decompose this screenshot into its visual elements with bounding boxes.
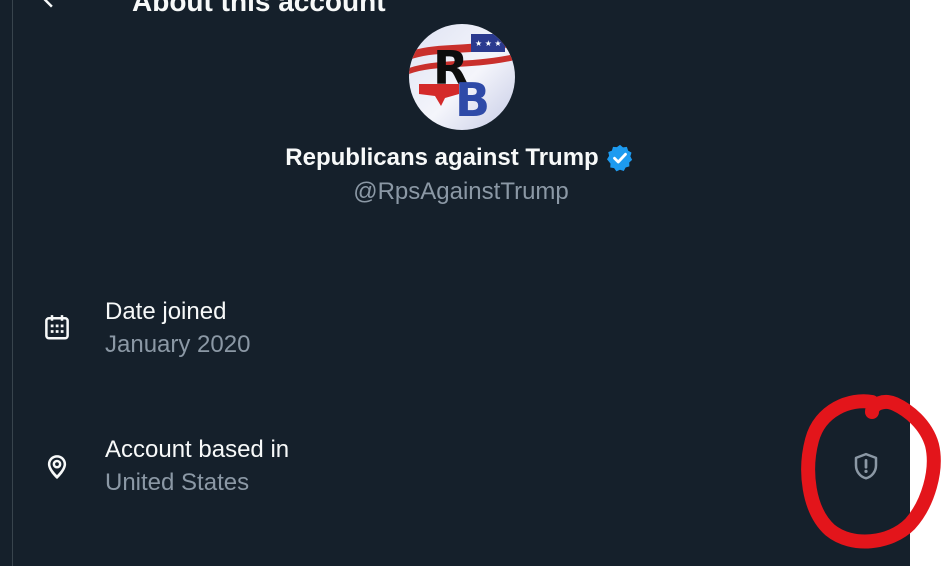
svg-text:B: B <box>455 73 490 127</box>
location-info-button[interactable] <box>851 451 881 481</box>
about-account-panel: About this account ★ ★ ★ R B Republicans… <box>0 0 910 566</box>
verified-badge-icon[interactable] <box>605 143 635 173</box>
calendar-icon <box>45 315 69 340</box>
date-joined-value: January 2020 <box>105 331 251 358</box>
display-name[interactable]: Republicans against Trump <box>285 144 598 172</box>
back-button[interactable] <box>36 0 66 12</box>
account-based-in-label: Account based in <box>105 436 290 463</box>
display-name-row: Republicans against Trump <box>0 143 910 173</box>
location-pin-icon <box>47 455 67 479</box>
avatar[interactable]: ★ ★ ★ R B <box>409 24 515 130</box>
detail-row-account-based-in: Account based in United States <box>0 436 910 516</box>
shield-alert-icon <box>854 452 878 480</box>
date-joined-label: Date joined <box>105 298 227 325</box>
account-handle: @RpsAgainstTrump <box>353 178 569 205</box>
svg-text:★ ★ ★: ★ ★ ★ <box>475 39 502 48</box>
detail-row-date-joined: Date joined January 2020 <box>0 298 910 378</box>
account-based-in-value: United States <box>105 469 250 496</box>
page-title: About this account <box>132 0 386 17</box>
arrow-left-icon <box>43 0 53 8</box>
